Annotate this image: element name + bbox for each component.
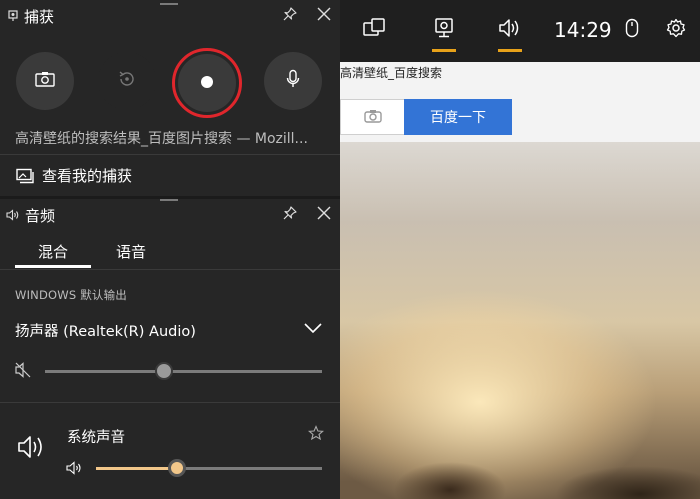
tab-voice[interactable]: 语音	[116, 241, 146, 262]
audio-title: 音频	[25, 206, 56, 225]
widget-menu-button[interactable]	[354, 10, 394, 50]
record-last-30s-button[interactable]	[98, 52, 156, 110]
capture-target-description: 高清壁纸的搜索结果_百度图片搜索 — Mozill...	[15, 131, 308, 147]
mouse-icon	[625, 18, 639, 42]
capture-widget-button[interactable]	[424, 10, 464, 50]
pin-capture-button[interactable]	[280, 6, 300, 26]
pin-audio-button[interactable]	[280, 205, 300, 225]
speaker-icon	[16, 436, 48, 465]
device-mute-button[interactable]	[14, 361, 32, 383]
default-output-label: WINDOWS 默认输出	[15, 288, 127, 302]
microphone-button[interactable]	[264, 52, 322, 110]
close-capture-button[interactable]	[314, 6, 334, 26]
settings-button[interactable]	[662, 10, 690, 50]
tab-selected-indicator	[15, 265, 91, 268]
clock: 14:29	[554, 18, 612, 42]
see-my-captures-link[interactable]: 查看我的捕获	[0, 155, 340, 196]
close-audio-button[interactable]	[314, 205, 334, 225]
record-dot-icon	[200, 74, 214, 93]
capture-widget-icon	[433, 17, 455, 43]
screenshot-button[interactable]	[16, 52, 74, 110]
gamebar-top: 14:29	[340, 0, 700, 62]
audio-divider	[0, 269, 340, 270]
speaker-small-icon	[6, 209, 20, 221]
browser-tab-title[interactable]: 高清壁纸_百度搜索	[340, 64, 442, 81]
background-rocks	[340, 430, 700, 499]
see-my-captures-label: 查看我的捕获	[42, 167, 133, 185]
close-icon	[316, 6, 332, 26]
replay-icon	[117, 69, 137, 93]
audio-widget-icon	[497, 17, 523, 43]
capture-panel: 捕获 高清壁纸的搜索结果_百度图片搜索 — Mozill... 查看我的捕获	[0, 0, 340, 196]
capture-title: 捕获	[24, 7, 55, 26]
close-icon	[316, 205, 332, 225]
app-audio-icon-wrap	[16, 433, 48, 465]
chevron-down-icon	[302, 323, 324, 343]
widget-menu-icon	[362, 17, 386, 43]
start-recording-button[interactable]	[178, 54, 236, 112]
camera-icon	[363, 108, 382, 127]
baidu-search-button[interactable]: 百度一下	[404, 99, 512, 135]
audio-widget-button[interactable]	[490, 10, 530, 50]
app-name: 系统声音	[67, 430, 125, 446]
speaker-small-icon	[66, 460, 84, 479]
tab-mix[interactable]: 混合	[38, 241, 68, 262]
star-icon	[307, 425, 325, 445]
pin-icon	[282, 6, 298, 26]
favorite-app-button[interactable]	[307, 425, 325, 445]
app-volume-fill	[96, 467, 178, 470]
pin-icon	[282, 205, 298, 225]
mouse-button[interactable]	[618, 10, 646, 50]
speaker-muted-icon	[14, 362, 32, 383]
settings-icon	[666, 18, 686, 42]
image-search-camera-button[interactable]	[340, 99, 404, 135]
camera-icon	[35, 71, 55, 91]
background-browser: 高清壁纸_百度搜索 百度一下	[340, 0, 700, 499]
gallery-icon	[16, 168, 34, 184]
audio-divider-2	[0, 402, 340, 403]
app-volume-slider[interactable]	[168, 459, 187, 477]
microphone-icon	[285, 69, 301, 93]
device-volume-track[interactable]	[45, 370, 322, 373]
device-volume-slider[interactable]	[155, 362, 174, 380]
output-device-name[interactable]: 扬声器 (Realtek(R) Audio)	[15, 320, 196, 341]
audio-panel: 音频 混合 语音 WINDOWS 默认输出 扬声器 (Realtek(R) Au…	[0, 199, 340, 499]
device-dropdown-button[interactable]	[302, 317, 324, 339]
app-mute-button[interactable]	[66, 460, 84, 479]
capture-small-icon	[8, 10, 18, 22]
